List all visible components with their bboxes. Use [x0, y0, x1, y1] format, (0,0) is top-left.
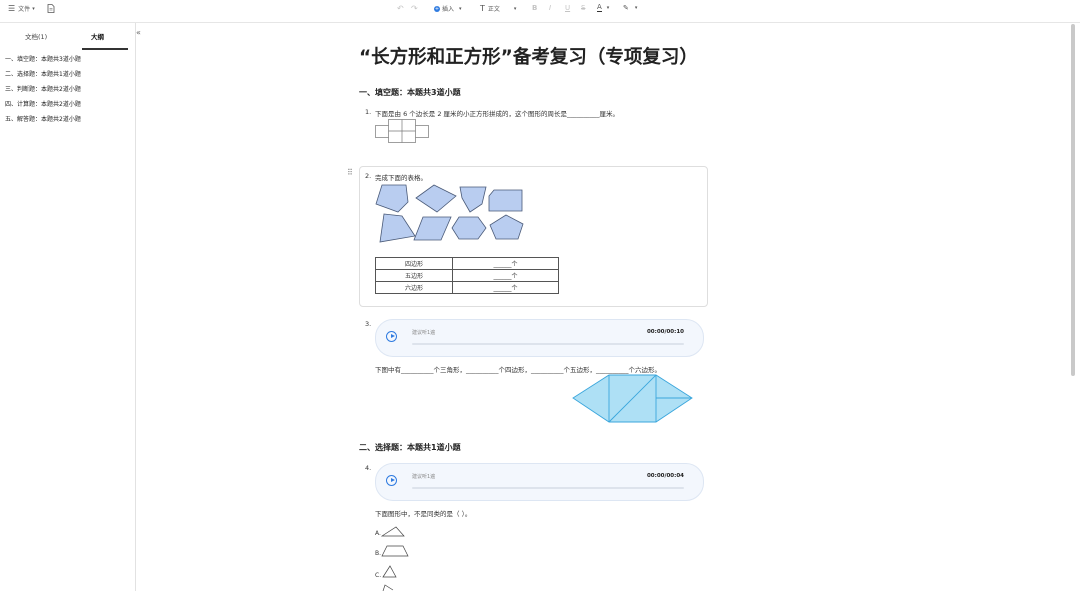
table-row: 四边形 ______个 — [375, 257, 559, 270]
section-heading-fill-blank: 一、填空题：本题共3道小题 — [359, 88, 461, 97]
hexagon-shape — [451, 216, 487, 240]
insert-button[interactable]: + 插入 ▾ — [434, 4, 462, 13]
option-d-shape-partial — [382, 584, 394, 591]
sidebar: 文档(1) 大纲 一、填空题：本题共3道小题 二、选择题：本题共1道小题 三、判… — [0, 23, 136, 591]
option-b-trapezoid — [381, 545, 409, 557]
table-cell: 五边形 — [375, 269, 453, 282]
table-cell: 六边形 — [375, 281, 453, 294]
chevron-down-icon: ▾ — [459, 5, 462, 12]
chevron-down-icon: ▾ — [513, 5, 517, 12]
squares-figure — [375, 119, 429, 143]
question-number: 3. — [365, 320, 372, 328]
audio-hint: 建议听1遍 — [412, 330, 436, 336]
shape-count-table: 四边形 ______个 五边形 ______个 六边形 ______个 — [375, 257, 559, 294]
pentagon-shape — [375, 184, 409, 213]
insert-label: 插入 — [442, 6, 455, 13]
audio-hint: 建议听1遍 — [412, 474, 436, 480]
audio-progress-track[interactable] — [412, 343, 684, 345]
chevron-down-icon: ▾ — [32, 5, 35, 12]
question-text: 下面图形中，不是同类的是（ ）。 — [375, 510, 472, 518]
bold-icon[interactable]: B — [532, 4, 537, 12]
font-color-icon[interactable]: A ▾ — [597, 4, 609, 12]
outline-item[interactable]: 二、选择题：本题共1道小题 — [5, 71, 81, 86]
text-style-icon: T — [480, 4, 485, 13]
outline-list: 一、填空题：本题共3道小题 二、选择题：本题共1道小题 三、判断题：本题共2道小… — [5, 56, 81, 131]
tab-documents[interactable]: 文档(1) — [25, 31, 47, 41]
option-c[interactable]: C. — [375, 572, 381, 579]
polygons-figure — [375, 184, 524, 243]
audio-player: 建议听1遍 00:00/00:10 — [375, 319, 704, 357]
audio-progress-track[interactable] — [412, 487, 684, 489]
table-cell: ______个 — [452, 281, 559, 294]
section-heading-choice: 二、选择题：本题共1道小题 — [359, 443, 461, 452]
tab-outline[interactable]: 大纲 — [91, 31, 104, 41]
toolbar: ☰ 文件 ▾ ↶ ↷ + 插入 ▾ T 正文 ▾ B I U S A ▾ ✎ ▾ — [0, 0, 1080, 23]
pentagon-shape — [488, 189, 523, 212]
outline-item[interactable]: 三、判断题：本题共2道小题 — [5, 86, 81, 101]
page-title: “长方形和正方形”备考复习（专项复习） — [359, 47, 698, 68]
drag-handle-icon[interactable]: ⠿ — [347, 168, 353, 177]
play-icon[interactable] — [386, 475, 397, 486]
question-text: 下面是由 6 个边长是 2 厘米的小正方形拼成的，这个图形的周长是_______… — [375, 110, 620, 118]
question-text: 下图中有__________个三角形，__________个四边形，______… — [375, 366, 661, 374]
strikethrough-icon[interactable]: S — [581, 4, 585, 12]
question-number: 1. — [365, 108, 372, 116]
highlight-icon[interactable]: ✎ ▾ — [623, 4, 637, 12]
text-style-select[interactable]: T 正文 ▾ — [480, 4, 516, 13]
quadrilateral-shape — [415, 184, 457, 213]
file-menu[interactable]: ☰ 文件 ▾ — [8, 4, 35, 13]
outline-item[interactable]: 四、计算题：本题共2道小题 — [5, 101, 81, 116]
table-row: 五边形 ______个 — [375, 269, 559, 282]
question-number: 2. — [365, 172, 372, 180]
italic-icon[interactable]: I — [549, 4, 551, 12]
undo-icon[interactable]: ↶ — [397, 4, 404, 13]
pentagon-shape — [489, 214, 524, 240]
document-icon[interactable] — [47, 4, 55, 13]
option-c-triangle — [382, 565, 397, 578]
collapse-sidebar-icon[interactable]: « — [136, 28, 141, 37]
composite-figure — [572, 374, 693, 423]
question-text: 完成下面的表格。 — [375, 174, 427, 182]
question-number: 4. — [365, 464, 372, 472]
sidebar-tabs: 文档(1) 大纲 — [0, 27, 135, 50]
option-label: C. — [375, 572, 382, 579]
table-cell: ______个 — [452, 269, 559, 282]
table-row: 六边形 ______个 — [375, 281, 559, 294]
outline-item[interactable]: 一、填空题：本题共3道小题 — [5, 56, 81, 71]
text-style-label: 正文 — [487, 6, 500, 13]
audio-time: 00:00/00:04 — [646, 473, 684, 479]
play-icon[interactable] — [386, 331, 397, 342]
quadrilateral-shape — [413, 216, 452, 241]
plus-circle-icon: + — [434, 5, 440, 12]
audio-time: 00:00/00:10 — [646, 329, 684, 335]
redo-icon[interactable]: ↷ — [411, 4, 418, 13]
active-tab-indicator — [82, 48, 128, 50]
option-a-triangle — [381, 526, 405, 537]
pentagon-shape — [459, 186, 487, 213]
quadrilateral-shape — [379, 213, 416, 243]
underline-icon[interactable]: U — [565, 4, 570, 12]
menu-icon: ☰ — [8, 4, 16, 13]
table-cell: 四边形 — [375, 257, 453, 270]
table-cell: ______个 — [452, 257, 559, 270]
audio-player: 建议听1遍 00:00/00:04 — [375, 463, 704, 501]
outline-item[interactable]: 五、解答题：本题共2道小题 — [5, 116, 81, 131]
scrollbar-thumb[interactable] — [1071, 24, 1075, 376]
file-menu-label: 文件 — [18, 6, 31, 13]
